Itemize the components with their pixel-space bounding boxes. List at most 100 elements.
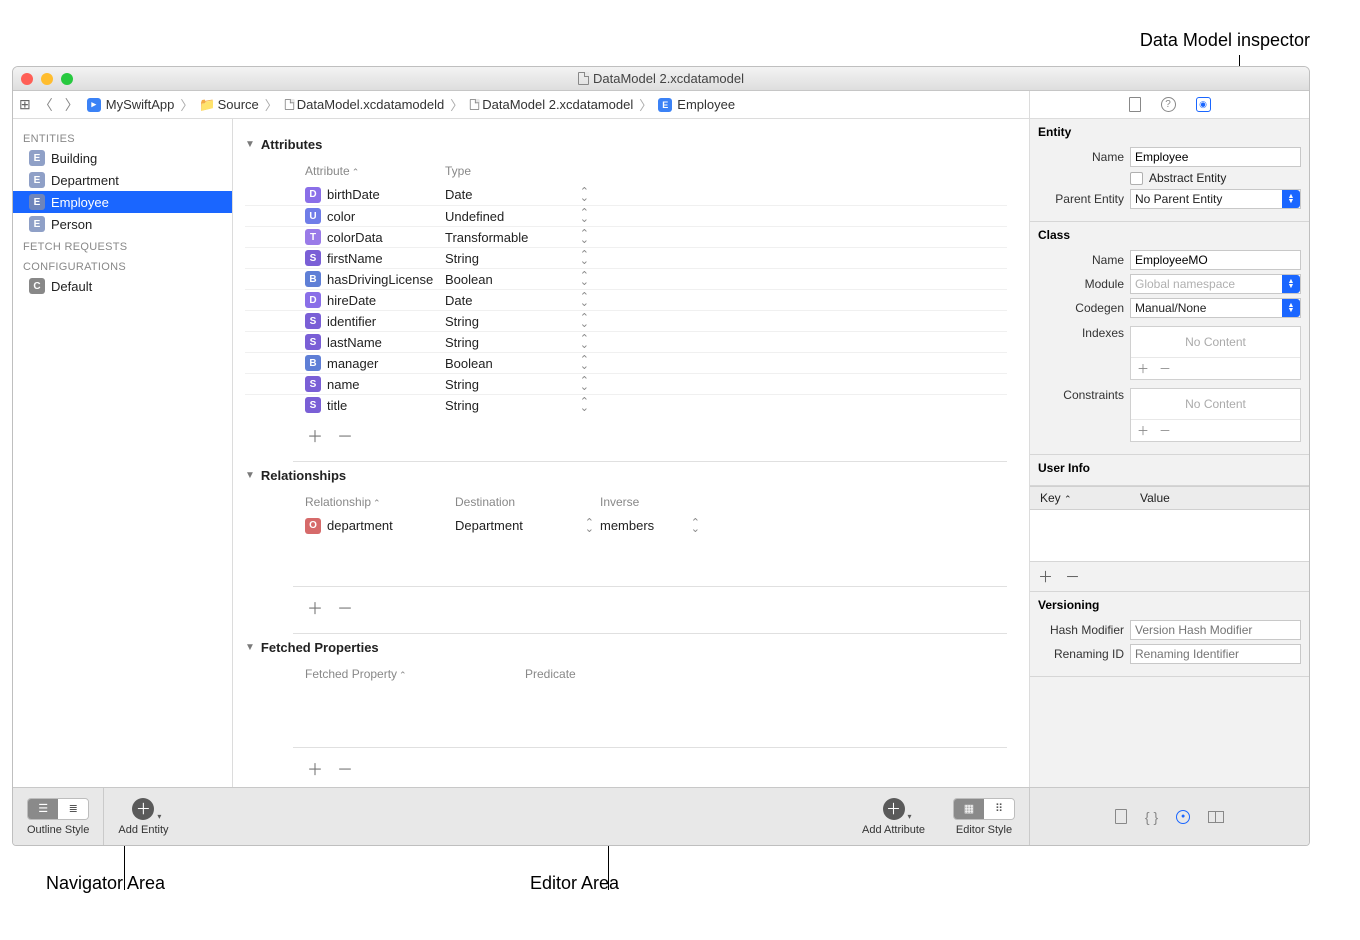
add-attribute-control: ＋▾ Add Attribute [848, 788, 939, 845]
type-stepper-icon[interactable]: ⌃⌄ [580, 252, 589, 264]
remove-index-icon[interactable]: － [1159, 360, 1171, 377]
crumb-model[interactable]: DataModel 2.xcdatamodel [469, 97, 633, 112]
attribute-row[interactable]: DbirthDateDate⌃⌄ [245, 184, 1007, 205]
hash-modifier-field[interactable] [1130, 620, 1301, 640]
data-model-inspector-icon[interactable]: ◉ [1196, 97, 1211, 112]
attribute-row[interactable]: DhireDateDate⌃⌄ [245, 289, 1007, 310]
chevron-icon: 〉 [637, 95, 654, 114]
module-select[interactable]: Global namespace ▲▼ [1130, 274, 1301, 294]
type-stepper-icon[interactable]: ⌃⌄ [580, 273, 589, 285]
attribute-row[interactable]: SlastNameString⌃⌄ [245, 331, 1007, 352]
add-attribute-icon[interactable]: ＋ [307, 423, 323, 447]
type-stepper-icon[interactable]: ⌃⌄ [580, 315, 589, 327]
col-destination[interactable]: Destination [455, 495, 600, 509]
col-predicate[interactable]: Predicate [525, 667, 675, 681]
config-default[interactable]: CDefault [13, 275, 232, 297]
remove-fetched-icon[interactable]: － [337, 756, 353, 780]
attribute-row[interactable]: BmanagerBoolean⌃⌄ [245, 352, 1007, 373]
renaming-id-field[interactable] [1130, 644, 1301, 664]
type-stepper-icon[interactable]: ⌃⌄ [580, 231, 589, 243]
file-template-icon[interactable] [1115, 809, 1127, 824]
back-button[interactable]: 〈 [35, 95, 57, 115]
fetched-section[interactable]: ▼ Fetched Properties [245, 634, 1007, 661]
constraints-box[interactable]: No Content ＋－ [1130, 388, 1301, 442]
crumb-modeld[interactable]: DataModel.xcdatamodeld [284, 97, 444, 112]
forward-button[interactable]: 〉 [61, 95, 83, 115]
type-stepper-icon[interactable]: ⌃⌄ [580, 336, 589, 348]
add-relationship-icon[interactable]: ＋ [307, 595, 323, 619]
crumb-entity[interactable]: EEmployee [658, 97, 735, 112]
outline-style-tree-icon[interactable]: ≣ [58, 799, 88, 819]
add-index-icon[interactable]: ＋ [1137, 360, 1149, 377]
parent-entity-select[interactable]: No Parent Entity ▲▼ [1130, 189, 1301, 209]
media-library-icon[interactable] [1208, 811, 1224, 823]
col-attribute[interactable]: Attribute⌃ [305, 164, 445, 178]
crumb-folder[interactable]: 📁Source [199, 97, 258, 113]
attribute-row[interactable]: UcolorUndefined⌃⌄ [245, 205, 1007, 226]
editor-style-graph-icon[interactable]: ⠿ [984, 799, 1014, 819]
attribute-type: String [445, 335, 479, 350]
add-constraint-icon[interactable]: ＋ [1137, 422, 1149, 439]
attributes-section[interactable]: ▼ Attributes [245, 131, 1007, 158]
attribute-name: firstName [327, 251, 383, 266]
entity-person[interactable]: EPerson [13, 213, 232, 235]
entity-building[interactable]: EBuilding [13, 147, 232, 169]
codegen-select[interactable]: Manual/None ▲▼ [1130, 298, 1301, 318]
add-entity-label: Add Entity [118, 824, 168, 836]
abstract-entity-label: Abstract Entity [1149, 171, 1226, 185]
object-library-icon[interactable]: ● [1176, 810, 1190, 824]
add-user-info-icon[interactable]: ＋ [1038, 566, 1053, 587]
col-type[interactable]: Type [445, 164, 595, 178]
abstract-entity-checkbox[interactable] [1130, 172, 1143, 185]
outline-style-list-icon[interactable]: ☰ [28, 799, 58, 819]
type-stepper-icon[interactable]: ⌃⌄ [580, 357, 589, 369]
bottom-toolbar: ☰ ≣ Outline Style ＋▾ Add Entity ＋▾ Add A… [13, 787, 1309, 845]
outline-style-label: Outline Style [27, 824, 89, 836]
type-stepper-icon[interactable]: ⌃⌄ [580, 189, 589, 201]
file-inspector-icon[interactable] [1129, 97, 1141, 112]
attribute-type: String [445, 377, 479, 392]
user-info-value-col[interactable]: Value [1140, 491, 1170, 505]
entity-label: Employee [51, 195, 109, 210]
type-stepper-icon[interactable]: ⌃⌄ [580, 294, 589, 306]
attribute-row[interactable]: StitleString⌃⌄ [245, 394, 1007, 415]
code-snippet-icon[interactable]: { } [1145, 809, 1158, 825]
user-info-table[interactable] [1030, 510, 1309, 562]
entity-employee[interactable]: EEmployee [13, 191, 232, 213]
attribute-row[interactable]: SfirstNameString⌃⌄ [245, 247, 1007, 268]
add-attribute-button[interactable]: ＋▾ [883, 798, 905, 820]
attribute-row[interactable]: SnameString⌃⌄ [245, 373, 1007, 394]
user-info-key-col[interactable]: Key [1040, 491, 1061, 505]
attribute-name: hireDate [327, 293, 376, 308]
relationship-row[interactable]: OdepartmentDepartment⌃⌄members⌃⌄ [245, 515, 1007, 536]
add-entity-button[interactable]: ＋▾ [132, 798, 154, 820]
dest-stepper-icon[interactable]: ⌃⌄ [585, 520, 594, 532]
col-inverse[interactable]: Inverse [600, 495, 700, 509]
type-stepper-icon[interactable]: ⌃⌄ [580, 399, 589, 411]
attribute-row[interactable]: SidentifierString⌃⌄ [245, 310, 1007, 331]
attribute-row[interactable]: BhasDrivingLicenseBoolean⌃⌄ [245, 268, 1007, 289]
indexes-box[interactable]: No Content ＋－ [1130, 326, 1301, 380]
type-stepper-icon[interactable]: ⌃⌄ [580, 210, 589, 222]
type-badge-icon: S [305, 397, 321, 413]
entity-department[interactable]: EDepartment [13, 169, 232, 191]
type-stepper-icon[interactable]: ⌃⌄ [580, 378, 589, 390]
remove-user-info-icon[interactable]: － [1065, 566, 1080, 587]
entity-name-field[interactable] [1130, 147, 1301, 167]
data-model-inspector: Entity Name Abstract Entity Parent Entit… [1029, 119, 1309, 787]
attribute-row[interactable]: TcolorDataTransformable⌃⌄ [245, 226, 1007, 247]
crumb-project[interactable]: ▸MySwiftApp [87, 97, 175, 112]
relationships-title: Relationships [261, 468, 346, 483]
class-name-field[interactable] [1130, 250, 1301, 270]
remove-relationship-icon[interactable]: － [337, 595, 353, 619]
remove-attribute-icon[interactable]: － [337, 423, 353, 447]
relationships-section[interactable]: ▼ Relationships [245, 462, 1007, 489]
remove-constraint-icon[interactable]: － [1159, 422, 1171, 439]
col-fetched-property[interactable]: Fetched Property⌃ [305, 667, 525, 681]
inv-stepper-icon[interactable]: ⌃⌄ [691, 520, 700, 532]
col-relationship[interactable]: Relationship⌃ [305, 495, 455, 509]
add-fetched-icon[interactable]: ＋ [307, 756, 323, 780]
quick-help-icon[interactable]: ? [1161, 97, 1176, 112]
related-items-icon[interactable]: ⊞ [19, 96, 31, 113]
editor-style-table-icon[interactable]: ▦ [954, 799, 984, 819]
